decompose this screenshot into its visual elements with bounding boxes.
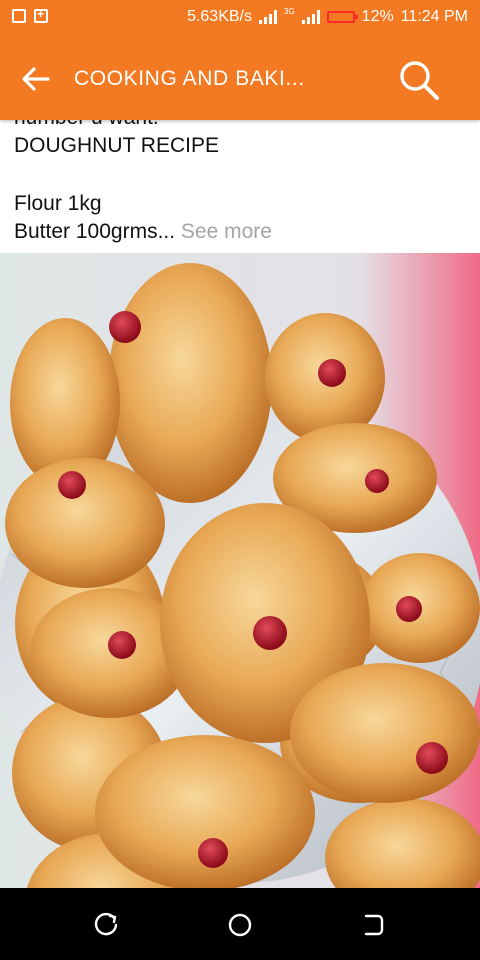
clock: 11:24 PM [400, 8, 468, 25]
arrow-back-icon[interactable] [20, 66, 50, 92]
ingredient-butter: Butter 100grms... See more [14, 220, 272, 244]
status-right: 5.63KB/s 3G 12% 11:24 PM [187, 6, 468, 26]
recipe-heading: DOUGHNUT RECIPE [14, 134, 219, 157]
page-title: COOKING AND BAKI... [74, 67, 305, 90]
ingredient-flour: Flour 1kg [14, 192, 102, 215]
post-photo[interactable] [0, 253, 480, 888]
battery-level: 12% [361, 8, 394, 25]
post-text: number u want. DOUGHNUT RECIPE Flour 1kg… [0, 120, 480, 253]
battery-saver-icon [34, 7, 48, 23]
search-icon[interactable] [398, 59, 440, 101]
status-bar: 5.63KB/s 3G 12% 11:24 PM [0, 0, 480, 38]
home-icon[interactable] [227, 912, 253, 938]
ingredient-butter-text: Butter 100grms... [14, 220, 176, 243]
signal-icon [259, 10, 277, 24]
post-text-partial-line: number u want. [14, 120, 159, 130]
recents-icon[interactable] [94, 912, 120, 938]
app-bar: COOKING AND BAKI... [0, 38, 480, 120]
notification-icons [12, 7, 48, 23]
system-nav-bar [0, 888, 480, 960]
battery-icon [326, 11, 358, 23]
screenshot-icon [12, 9, 26, 23]
back-icon[interactable] [360, 912, 386, 938]
see-more-link[interactable]: See more [181, 220, 272, 243]
jam-doughnuts-photo [0, 253, 480, 888]
signal-icon-2 [301, 10, 320, 24]
network-speed: 5.63KB/s [187, 8, 252, 25]
network-type: 3G [284, 6, 295, 16]
